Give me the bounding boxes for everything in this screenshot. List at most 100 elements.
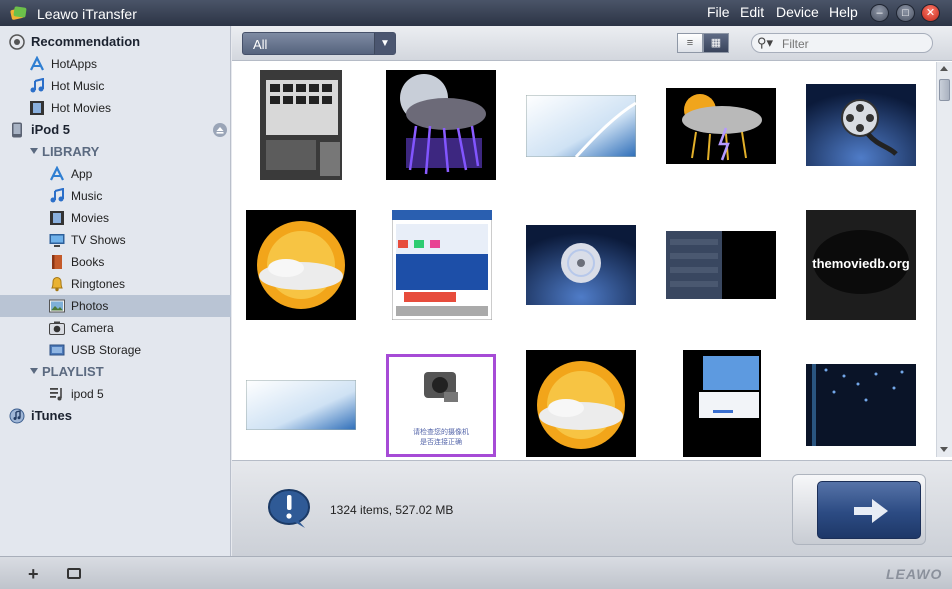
section-label: LIBRARY — [42, 144, 100, 159]
sidebar-item-hotapps[interactable]: HotApps — [0, 53, 231, 75]
photo-thumbnail[interactable] — [260, 70, 342, 180]
category-dropdown[interactable]: All ▼ — [242, 32, 396, 55]
vertical-scrollbar[interactable] — [936, 62, 952, 457]
sidebar-item-music[interactable]: Music — [0, 185, 231, 207]
minimize-button[interactable]: – — [870, 4, 889, 22]
search-input[interactable] — [782, 36, 922, 51]
sidebar-item-itunes[interactable]: iTunes — [0, 405, 231, 427]
search-box[interactable]: ⚲▾ — [751, 33, 933, 53]
photo-thumbnail[interactable] — [806, 364, 916, 446]
sidebar-item-label: iTunes — [31, 408, 72, 423]
tv-icon — [49, 234, 65, 247]
sidebar-item-hot-movies[interactable]: Hot Movies — [0, 97, 231, 119]
sidebar-item-books[interactable]: Books — [0, 251, 231, 273]
sidebar-item-label: iPod 5 — [31, 122, 71, 137]
screenshot-icon[interactable] — [67, 568, 81, 579]
photo-thumbnail[interactable] — [392, 210, 492, 320]
sidebar-item-tv-shows[interactable]: TV Shows — [0, 229, 231, 251]
arrow-right-icon — [854, 499, 888, 523]
sidebar-item-label: Ringtones — [71, 277, 126, 291]
photo-thumbnail[interactable] — [526, 225, 636, 305]
collapse-arrow-icon — [30, 148, 38, 154]
usb-drive-icon — [49, 344, 65, 356]
photo-thumbnail[interactable] — [806, 84, 916, 166]
sidebar-item-label: Movies — [71, 211, 110, 225]
menu-help[interactable]: Help — [829, 4, 858, 20]
sidebar-item-movies[interactable]: Movies — [0, 207, 231, 229]
photo-grid: themoviedb.org 请检查您的摄像机 是否连接正确 — [232, 62, 936, 457]
sidebar-item-label: Hot Movies — [51, 101, 112, 115]
close-button[interactable]: ✕ — [921, 4, 940, 22]
list-view-button[interactable]: ≡ — [677, 33, 703, 53]
photo-thumbnail[interactable] — [386, 70, 496, 180]
photo-thumbnail[interactable] — [666, 231, 776, 299]
section-playlist[interactable]: PLAYLIST — [0, 361, 231, 383]
camera-caption-line-1: 请检查您的摄像机 — [413, 427, 469, 436]
sidebar-item-hot-music[interactable]: Hot Music — [0, 75, 231, 97]
transfer-button-frame — [792, 474, 926, 545]
sidebar-item-label: Books — [71, 255, 105, 269]
sidebar-item-photos[interactable]: Photos — [0, 295, 231, 317]
section-library[interactable]: LIBRARY — [0, 141, 231, 163]
sidebar-item-label: Camera — [71, 321, 114, 335]
scroll-thumb[interactable] — [939, 79, 950, 101]
list-view-icon: ≡ — [686, 37, 694, 49]
photo-thumbnail[interactable] — [666, 88, 776, 164]
scroll-down-icon[interactable] — [940, 447, 948, 452]
sidebar-item-label: Photos — [71, 299, 109, 313]
photo-icon — [49, 299, 65, 313]
itunes-icon — [9, 408, 25, 424]
collapse-arrow-icon — [30, 368, 38, 374]
film-icon — [30, 101, 44, 115]
photo-thumbnail[interactable] — [526, 350, 636, 457]
sidebar-item-playlist-ipod5[interactable]: ipod 5 — [0, 383, 231, 405]
sidebar-item-app[interactable]: App — [0, 163, 231, 185]
scroll-up-icon[interactable] — [940, 66, 948, 71]
book-icon — [52, 255, 62, 269]
toolbar: All ▼ ≡ ▦ ⚲▾ — [232, 26, 952, 61]
info-icon — [268, 489, 310, 528]
sidebar-item-camera[interactable]: Camera — [0, 317, 231, 339]
grid-view-button[interactable]: ▦ — [703, 33, 729, 53]
photo-thumbnail[interactable] — [246, 380, 356, 430]
app-window: Leawo iTransfer File Edit Device Help – … — [0, 0, 952, 589]
sidebar-item-label: Music — [71, 189, 103, 203]
bell-icon — [51, 276, 63, 292]
minimize-icon: – — [876, 7, 883, 19]
sidebar-item-device[interactable]: iPod 5 — [0, 119, 231, 141]
transfer-button[interactable] — [817, 481, 921, 539]
eject-icon[interactable] — [212, 122, 228, 138]
item-count-status: 1324 items, 527.02 MB — [330, 503, 454, 517]
app-title: Leawo iTransfer — [37, 6, 137, 22]
leawo-logo-icon — [10, 6, 27, 20]
brand-logo: LEAWO — [886, 566, 943, 582]
photo-thumbnail[interactable] — [246, 210, 356, 320]
main-panel: All ▼ ≡ ▦ ⚲▾ themoviedb.org 请检查您的摄像机是否连接… — [232, 26, 952, 556]
dropdown-value: All — [253, 37, 268, 52]
recommendation-icon — [9, 34, 25, 50]
sidebar-item-label: TV Shows — [71, 233, 126, 247]
camera-caption-line-2: 是否连接正确 — [420, 437, 462, 446]
photo-thumbnail[interactable] — [526, 95, 636, 157]
menu-edit[interactable]: Edit — [740, 4, 764, 20]
add-icon[interactable]: + — [28, 564, 39, 585]
restore-icon: □ — [902, 7, 909, 19]
music-note-icon — [30, 78, 44, 93]
photo-thumbnail[interactable]: themoviedb.org — [806, 210, 916, 320]
sidebar-item-label: App — [71, 167, 93, 181]
chevron-down-icon: ▼ — [374, 33, 395, 54]
menu-file[interactable]: File — [707, 4, 730, 20]
search-icon: ⚲▾ — [757, 35, 774, 50]
photo-thumbnail[interactable] — [683, 350, 761, 457]
photo-thumbnail[interactable]: 请检查您的摄像机是否连接正确 — [386, 354, 496, 457]
music-note-icon — [50, 188, 64, 203]
sidebar-item-recommendation[interactable]: Recommendation — [0, 31, 231, 53]
section-label: PLAYLIST — [42, 364, 104, 379]
sidebar-item-label: ipod 5 — [71, 387, 104, 401]
restore-button[interactable]: □ — [896, 4, 915, 22]
sidebar-item-ringtones[interactable]: Ringtones — [0, 273, 231, 295]
app-store-icon — [30, 56, 44, 71]
sidebar-item-usb-storage[interactable]: USB Storage — [0, 339, 231, 361]
app-store-icon — [50, 166, 64, 181]
menu-device[interactable]: Device — [776, 4, 819, 20]
